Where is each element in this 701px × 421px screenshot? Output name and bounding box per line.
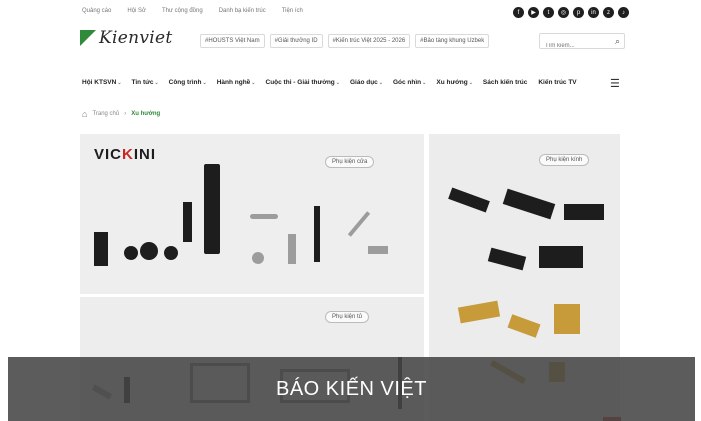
nav-item[interactable]: Góc nhìn⌄ [393, 79, 426, 86]
linkedin-icon[interactable]: in [588, 7, 599, 18]
chevron-down-icon: ⌄ [202, 80, 207, 86]
product-image-door-accessories[interactable]: VICKINI Phụ kiện cửa [80, 134, 424, 294]
home-icon[interactable]: ⌂ [82, 109, 87, 119]
top-link[interactable]: Thư cộng đồng [162, 8, 203, 14]
chevron-down-icon: ⌄ [117, 80, 122, 86]
nav-item[interactable]: Công trình⌄ [169, 79, 207, 86]
nav-item[interactable]: Hành nghề⌄ [217, 79, 256, 86]
hashtag-pill[interactable]: #Giải thưởng ID [269, 34, 323, 48]
nav-item[interactable]: Cuộc thi - Giải thưởng⌄ [266, 79, 340, 86]
glass-clamp-shape [564, 204, 604, 220]
knob-shape [140, 242, 158, 260]
top-link[interactable]: Quảng cáo [82, 8, 111, 14]
pinterest-icon[interactable]: p [573, 7, 584, 18]
breadcrumb-current: Xu hướng [131, 111, 161, 117]
menu-icon[interactable]: ☰ [610, 77, 620, 90]
gold-hinge-shape [554, 304, 580, 334]
category-tag: Phụ kiện kính [539, 154, 590, 166]
logo-mark-icon [80, 30, 96, 46]
glass-clamp-shape [502, 188, 556, 220]
twitter-icon[interactable]: t [543, 7, 554, 18]
hashtag-pill[interactable]: #Kiến trúc Việt 2025 - 2026 [327, 34, 411, 48]
closer-body-shape [368, 246, 388, 254]
social-links: f ▶ t ◎ p in z ♪ [513, 7, 629, 18]
door-stop-shape [288, 234, 296, 264]
lock-body-shape [183, 202, 192, 242]
breadcrumb-home[interactable]: Trang chủ [92, 111, 119, 117]
search-icon[interactable]: ⌕ [615, 36, 620, 47]
nav-item[interactable]: Hội KTSVN⌄ [82, 79, 122, 86]
nav-item[interactable]: Kiến trúc TV [538, 79, 577, 86]
gold-hinge-shape [457, 300, 501, 324]
chevron-down-icon: ⌄ [251, 80, 256, 86]
top-link[interactable]: Hội Sở [127, 8, 146, 14]
main-nav: Hội KTSVN⌄ Tin tức⌄ Công trình⌄ Hành ngh… [82, 79, 578, 86]
hinge-shape [94, 232, 108, 266]
facebook-icon[interactable]: f [513, 7, 524, 18]
top-link[interactable]: Tiện ích [282, 8, 303, 14]
caption-text: BÁO KIẾN VIỆT [276, 377, 427, 400]
chevron-down-icon: ⌄ [468, 80, 473, 86]
gold-hinge-shape [507, 314, 541, 338]
chevron-down-icon: ⌄ [154, 80, 159, 86]
nav-item[interactable]: Xu hướng⌄ [436, 79, 473, 86]
chevron-down-icon: ⌄ [378, 80, 383, 86]
instagram-icon[interactable]: ◎ [558, 7, 569, 18]
category-tag: Phụ kiện cửa [325, 156, 375, 168]
hashtag-pill[interactable]: #Bảo tàng khung Uzbek [415, 34, 490, 48]
top-links: Quảng cáo Hội Sở Thư cộng đồng Danh bạ k… [82, 8, 303, 14]
cylinder-shape [252, 252, 264, 264]
chevron-down-icon: ⌄ [335, 80, 340, 86]
knob-shape [124, 246, 138, 260]
knob-shape [164, 246, 178, 260]
nav-item[interactable]: Tin tức⌄ [132, 79, 159, 86]
breadcrumb: ⌂ Trang chủ › Xu hướng [82, 109, 160, 119]
glass-clamp-shape [448, 187, 490, 213]
brand-logo: VICKINI [94, 146, 157, 163]
logo-text: Kienviet [99, 28, 173, 48]
lever-handle-shape [250, 214, 278, 219]
smart-lock-shape [204, 164, 220, 254]
header-hashtags: #HOUSTS Việt Nam #Giải thưởng ID #Kiến t… [200, 34, 490, 48]
search-box: ⌕ [539, 33, 625, 53]
category-tag: Phụ kiện tủ [325, 311, 370, 323]
bolt-shape [314, 206, 320, 262]
nav-item[interactable]: Giáo dục⌄ [350, 79, 383, 86]
closer-arm-shape [347, 211, 371, 237]
glass-clamp-shape [487, 247, 527, 271]
search-input[interactable] [543, 39, 611, 53]
youtube-icon[interactable]: ▶ [528, 7, 539, 18]
breadcrumb-separator: › [124, 111, 127, 117]
zalo-icon[interactable]: z [603, 7, 614, 18]
nav-item[interactable]: Sách kiến trúc [483, 79, 528, 86]
tiktok-icon[interactable]: ♪ [618, 7, 629, 18]
glass-clamp-shape [539, 246, 583, 268]
top-link[interactable]: Danh bạ kiến trúc [219, 8, 266, 14]
hashtag-pill[interactable]: #HOUSTS Việt Nam [200, 34, 265, 48]
chevron-down-icon: ⌄ [422, 80, 427, 86]
site-logo[interactable]: Kienviet [80, 28, 172, 48]
